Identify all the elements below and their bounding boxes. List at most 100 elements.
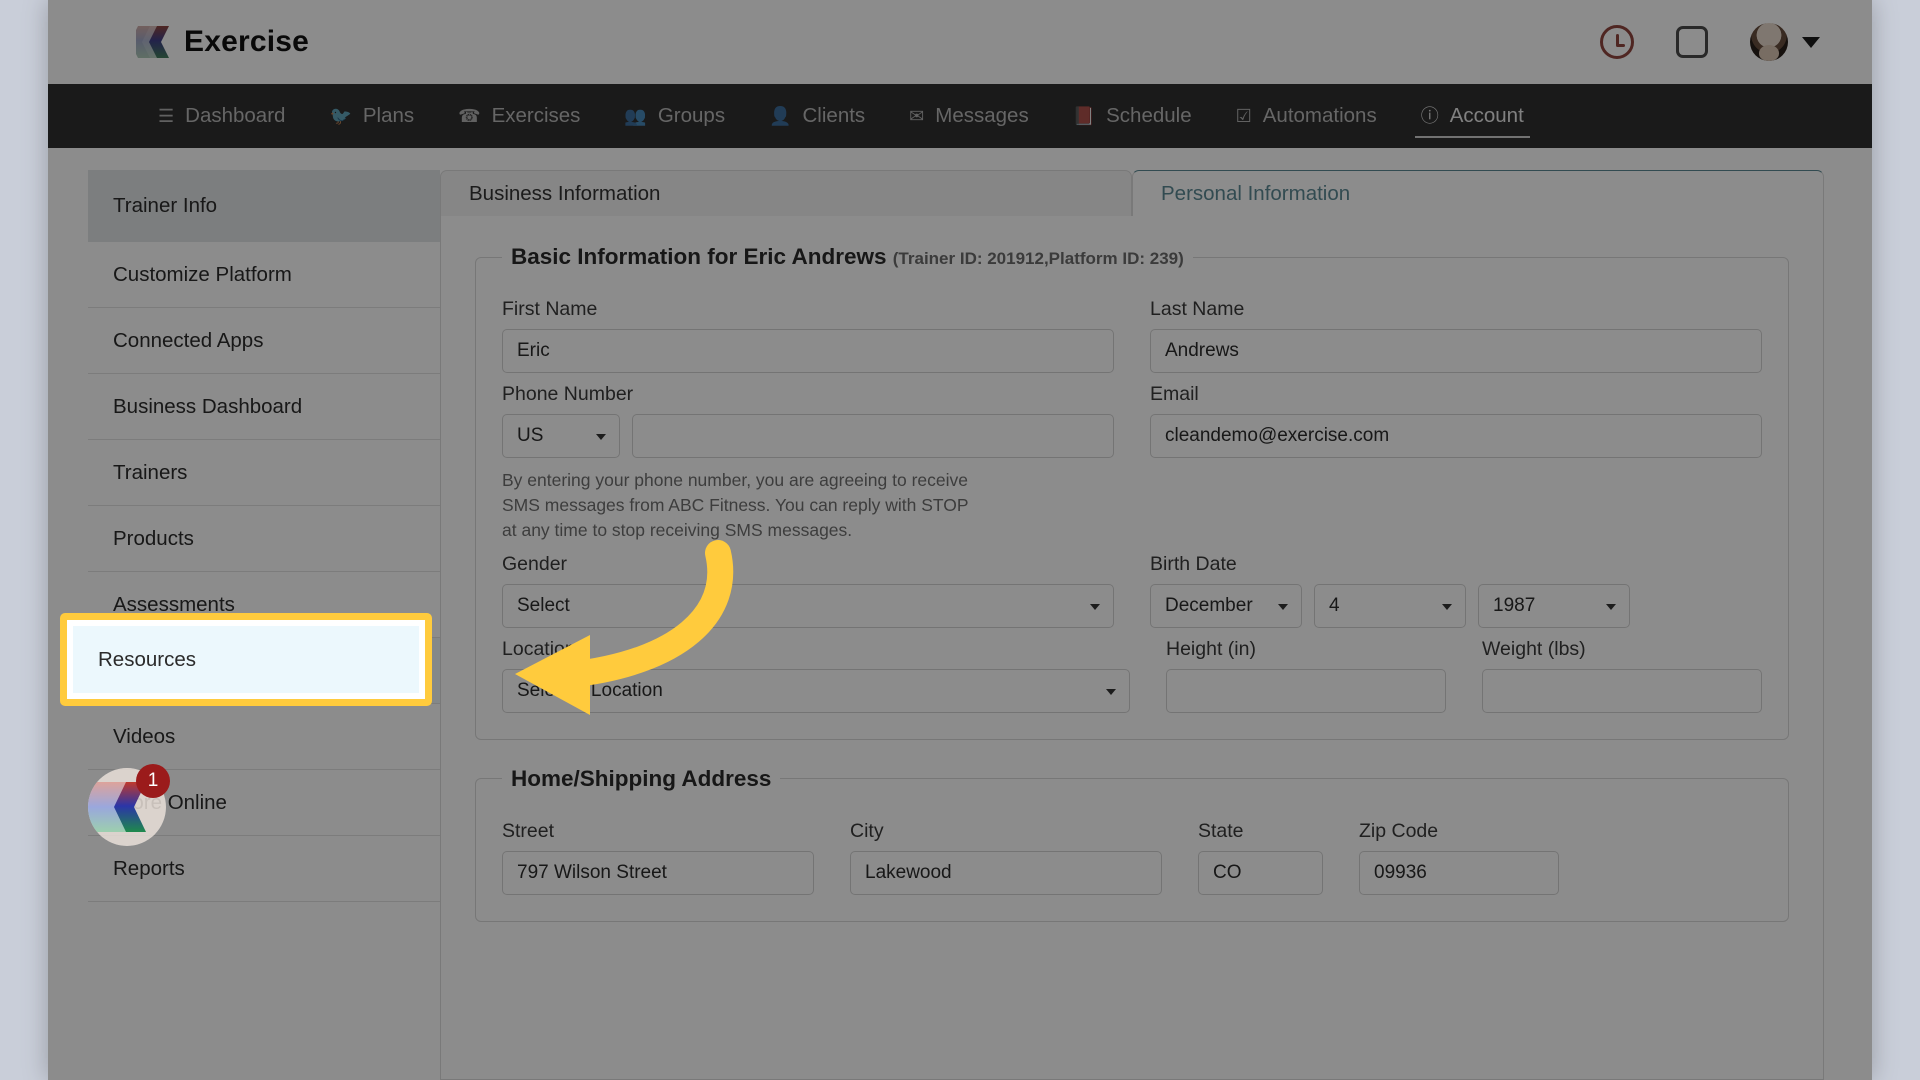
nav-item-label: Account	[1449, 104, 1524, 127]
sidebar-item-business-dashboard[interactable]: Business Dashboard	[88, 374, 440, 440]
sidebar-item-products[interactable]: Products	[88, 506, 440, 572]
city-field: City	[850, 820, 1162, 895]
state-input[interactable]	[1198, 850, 1323, 895]
zip-input[interactable]	[1359, 850, 1559, 895]
first-name-input[interactable]	[502, 329, 1114, 373]
gender-birthdate-row: Gender Select Birth Date December 4 1987	[502, 553, 1762, 628]
basic-information-section: Basic Information for Eric Andrews (Trai…	[475, 244, 1789, 740]
list-icon: ☰	[158, 106, 175, 126]
avatar	[1750, 23, 1788, 61]
first-name-field: First Name	[502, 298, 1114, 373]
header-actions	[1600, 23, 1840, 61]
location-select[interactable]: Select a Location	[502, 668, 1130, 713]
nav-item-label: Messages	[935, 104, 1029, 127]
sidebar-item-label: Products	[113, 526, 194, 550]
desktop-right-margin	[1872, 0, 1920, 1080]
nav-item-account[interactable]: ⓘ Account	[1399, 84, 1546, 148]
nav-item-label: Automations	[1262, 104, 1377, 127]
tab-personal-information[interactable]: Personal Information	[1132, 170, 1824, 216]
nav-item-label: Plans	[362, 104, 415, 127]
nav-item-dashboard[interactable]: ☰ Dashboard	[136, 84, 307, 148]
nav-item-plans[interactable]: 🐦 Plans	[307, 84, 436, 148]
weight-input[interactable]	[1482, 668, 1762, 713]
app-launcher[interactable]: 1	[88, 764, 170, 846]
nav-item-groups[interactable]: 👥 Groups	[602, 84, 747, 148]
nav-item-automations[interactable]: ☑ Automations	[1214, 84, 1399, 148]
sidebar-item-trainers[interactable]: Trainers	[88, 440, 440, 506]
logo-icon	[130, 24, 170, 60]
account-circle-icon: ⓘ	[1420, 106, 1439, 126]
square-icon[interactable]	[1676, 26, 1708, 58]
phone-label: Phone Number	[502, 383, 634, 405]
basic-information-ids: (Trainer ID: 201912,Platform ID: 239)	[892, 249, 1184, 268]
tab-business-information[interactable]: Business Information	[440, 170, 1132, 216]
main-nav: ☰ Dashboard 🐦 Plans ☎ Exercises 👥 Groups 👤 Client…	[48, 84, 1872, 148]
sidebar-item-label: Connected Apps	[113, 328, 264, 352]
birth-day-select[interactable]: 4	[1314, 583, 1466, 628]
state-label: State	[1198, 819, 1244, 842]
last-name-input[interactable]	[1150, 329, 1762, 373]
birth-day-value: 4	[1329, 594, 1340, 616]
user-menu[interactable]	[1750, 23, 1820, 61]
sidebar-item-trainer-info[interactable]: Trainer Info	[88, 170, 440, 242]
last-name-label: Last Name	[1150, 298, 1245, 320]
height-input[interactable]	[1166, 668, 1446, 713]
nav-item-clients[interactable]: 👤 Clients	[747, 84, 887, 148]
email-field: Email	[1150, 383, 1762, 543]
phone-country-select[interactable]: US	[502, 414, 620, 458]
birth-month-select[interactable]: December	[1150, 583, 1302, 628]
basic-information-title: Basic Information for Eric Andrews	[511, 244, 887, 269]
content-area: Trainer Info Customize Platform Connected …	[48, 148, 1872, 1080]
sidebar-item-assessments[interactable]: Assessments	[88, 572, 440, 638]
sidebar-item-label: Trainer Info	[113, 194, 218, 217]
person-icon: 👤	[769, 106, 792, 126]
settings-sidebar: Trainer Info Customize Platform Connected …	[48, 170, 440, 1080]
book-icon: 📕	[1072, 106, 1096, 126]
sidebar-item-connected-apps[interactable]: Connected Apps	[88, 308, 440, 374]
location-field: Location Select a Location	[502, 638, 1130, 713]
sidebar-item-videos[interactable]: Videos	[88, 704, 440, 770]
birth-month-value: December	[1165, 594, 1253, 616]
brand-title: Exercise	[184, 25, 310, 58]
gender-select[interactable]: Select	[502, 583, 1114, 628]
location-value: Select a Location	[517, 679, 663, 701]
city-input[interactable]	[850, 850, 1162, 895]
zip-field: Zip Code	[1359, 820, 1559, 895]
location-measure-row: Location Select a Location Height (in) W…	[502, 638, 1762, 713]
weight-field: Weight (lbs)	[1482, 638, 1762, 713]
nav-item-label: Exercises	[491, 104, 581, 127]
nav-item-label: Schedule	[1106, 104, 1192, 127]
nav-item-label: Dashboard	[185, 104, 286, 127]
address-row: Street City State	[502, 820, 1762, 895]
tab-label: Business Information	[469, 181, 661, 205]
email-input[interactable]	[1150, 414, 1762, 458]
nav-item-exercises[interactable]: ☎ Exercises	[436, 84, 602, 148]
sidebar-item-resources[interactable]: Resources	[88, 638, 440, 704]
chevron-down-icon	[1802, 36, 1820, 48]
nav-item-messages[interactable]: ✉ Messages	[887, 84, 1051, 148]
home-shipping-address-section: Home/Shipping Address Street City	[475, 765, 1789, 922]
gender-label: Gender	[502, 552, 568, 575]
location-label: Location	[502, 637, 576, 660]
address-legend: Home/Shipping Address	[511, 765, 772, 791]
phone-country-value: US	[517, 425, 544, 446]
weight-label: Weight (lbs)	[1482, 637, 1586, 660]
screen: Exercise ☰ Dashboard 🐦 Plans ☎ Exercises 👥 Grou…	[0, 0, 1920, 1080]
sidebar-item-customize-platform[interactable]: Customize Platform	[88, 242, 440, 308]
last-name-field: Last Name	[1150, 298, 1762, 373]
nav-item-schedule[interactable]: 📕 Schedule	[1051, 84, 1214, 148]
city-label: City	[850, 819, 884, 842]
height-field: Height (in)	[1166, 638, 1446, 713]
brand[interactable]: Exercise	[130, 24, 310, 60]
first-name-label: First Name	[502, 298, 598, 320]
phone-row: US	[502, 414, 1114, 458]
clock-icon[interactable]	[1600, 25, 1634, 59]
phone-icon: ☎	[458, 106, 481, 126]
street-input[interactable]	[502, 850, 814, 895]
birth-year-select[interactable]: 1987	[1478, 583, 1630, 628]
phone-number-input[interactable]	[632, 414, 1114, 458]
envelope-icon: ✉	[909, 106, 925, 126]
sidebar-item-label: Resources	[113, 658, 211, 682]
birth-date-label: Birth Date	[1150, 552, 1237, 575]
gender-field: Gender Select	[502, 553, 1114, 628]
